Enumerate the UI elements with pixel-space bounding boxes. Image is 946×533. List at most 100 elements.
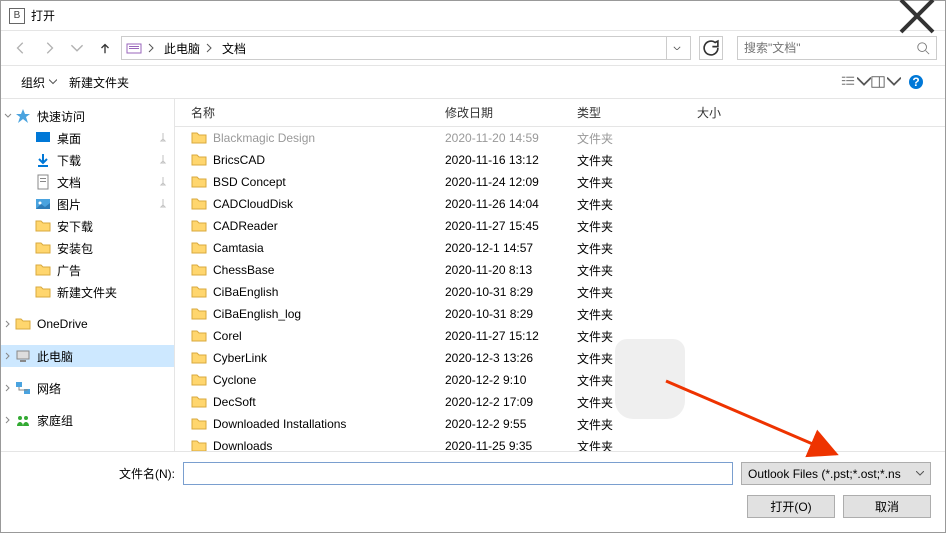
help-button[interactable]: ? xyxy=(901,69,931,95)
file-type: 文件夹 xyxy=(571,328,691,345)
folder-icon xyxy=(191,372,207,388)
view-options-button[interactable] xyxy=(841,69,871,95)
chevron-right-icon[interactable] xyxy=(3,383,13,393)
network-icon xyxy=(15,380,31,396)
breadcrumb-dropdown[interactable] xyxy=(666,37,686,59)
table-row[interactable]: ChessBase2020-11-20 8:13文件夹 xyxy=(185,259,945,281)
chevron-right-icon[interactable] xyxy=(3,415,13,425)
search-input[interactable] xyxy=(737,36,937,60)
table-row[interactable]: Cyclone2020-12-2 9:10文件夹 xyxy=(185,369,945,391)
file-list: 名称 修改日期 类型 大小 Blackmagic Design2020-11-2… xyxy=(175,99,945,451)
table-row[interactable]: BricsCAD2020-11-16 13:12文件夹 xyxy=(185,149,945,171)
table-row[interactable]: CADReader2020-11-27 15:45文件夹 xyxy=(185,215,945,237)
table-row[interactable]: Downloaded Installations2020-12-2 9:55文件… xyxy=(185,413,945,435)
sidebar-downloads[interactable]: 下载 xyxy=(1,149,174,171)
sidebar-desktop[interactable]: 桌面 xyxy=(1,127,174,149)
folder-icon xyxy=(191,152,207,168)
table-row[interactable]: Blackmagic Design2020-11-20 14:59文件夹 xyxy=(185,127,945,149)
computer-icon xyxy=(15,348,31,364)
folder-icon xyxy=(191,174,207,190)
cancel-button[interactable]: 取消 xyxy=(843,495,931,518)
filename-input[interactable] xyxy=(183,462,733,485)
chevron-right-icon[interactable] xyxy=(3,351,13,361)
file-type: 文件夹 xyxy=(571,284,691,301)
folder-icon xyxy=(126,40,142,56)
column-headers: 名称 修改日期 类型 大小 xyxy=(175,99,945,127)
onedrive-icon xyxy=(15,316,31,332)
file-type: 文件夹 xyxy=(571,174,691,191)
file-date: 2020-11-20 8:13 xyxy=(439,263,571,277)
homegroup-icon xyxy=(15,412,31,428)
file-type-filter[interactable]: Outlook Files (*.pst;*.ost;*.ns xyxy=(741,462,931,485)
sidebar-homegroup[interactable]: 家庭组 xyxy=(1,409,174,431)
sidebar-network[interactable]: 网络 xyxy=(1,377,174,399)
table-row[interactable]: CADCloudDisk2020-11-26 14:04文件夹 xyxy=(185,193,945,215)
column-type[interactable]: 类型 xyxy=(571,99,691,126)
search-icon xyxy=(916,41,930,55)
table-row[interactable]: DecSoft2020-12-2 17:09文件夹 xyxy=(185,391,945,413)
sidebar-this-pc[interactable]: 此电脑 xyxy=(1,345,174,367)
chevron-down-icon[interactable] xyxy=(3,111,13,121)
nav-back-button[interactable] xyxy=(9,36,33,60)
file-date: 2020-11-20 14:59 xyxy=(439,131,571,145)
svg-text:?: ? xyxy=(912,75,919,89)
table-row[interactable]: CiBaEnglish2020-10-31 8:29文件夹 xyxy=(185,281,945,303)
file-date: 2020-10-31 8:29 xyxy=(439,307,571,321)
file-date: 2020-11-27 15:12 xyxy=(439,329,571,343)
table-row[interactable]: CyberLink2020-12-3 13:26文件夹 xyxy=(185,347,945,369)
file-list-body[interactable]: Blackmagic Design2020-11-20 14:59文件夹Bric… xyxy=(175,127,945,451)
nav-up-button[interactable] xyxy=(93,36,117,60)
close-button[interactable] xyxy=(897,1,937,30)
folder-icon xyxy=(191,284,207,300)
table-row[interactable]: CiBaEnglish_log2020-10-31 8:29文件夹 xyxy=(185,303,945,325)
star-icon xyxy=(15,108,31,124)
sidebar-folder[interactable]: 广告 xyxy=(1,259,174,281)
table-row[interactable]: BSD Concept2020-11-24 12:09文件夹 xyxy=(185,171,945,193)
table-row[interactable]: Camtasia2020-12-1 14:57文件夹 xyxy=(185,237,945,259)
file-type: 文件夹 xyxy=(571,350,691,367)
sidebar-onedrive[interactable]: OneDrive xyxy=(1,313,174,335)
file-type: 文件夹 xyxy=(571,240,691,257)
table-row[interactable]: Corel2020-11-27 15:12文件夹 xyxy=(185,325,945,347)
file-name: Downloads xyxy=(213,439,272,451)
column-size[interactable]: 大小 xyxy=(691,99,791,126)
folder-icon xyxy=(191,438,207,451)
breadcrumb-segment[interactable]: 此电脑 xyxy=(160,37,218,59)
breadcrumb-segment[interactable]: 文档 xyxy=(218,37,250,59)
file-name: Downloaded Installations xyxy=(213,417,346,431)
preview-pane-button[interactable] xyxy=(871,69,901,95)
file-type: 文件夹 xyxy=(571,152,691,169)
folder-icon xyxy=(191,306,207,322)
column-name[interactable]: 名称 xyxy=(185,99,439,126)
sidebar-pictures[interactable]: 图片 xyxy=(1,193,174,215)
search-field[interactable] xyxy=(744,41,916,55)
nav-forward-button[interactable] xyxy=(37,36,61,60)
sidebar-folder[interactable]: 安下载 xyxy=(1,215,174,237)
breadcrumb-root[interactable] xyxy=(142,37,160,59)
organize-button[interactable]: 组织 xyxy=(15,69,63,95)
breadcrumb[interactable]: 此电脑 文档 xyxy=(121,36,691,60)
new-folder-button[interactable]: 新建文件夹 xyxy=(63,69,135,95)
refresh-button[interactable] xyxy=(699,36,723,60)
file-date: 2020-11-16 13:12 xyxy=(439,153,571,167)
chevron-right-icon[interactable] xyxy=(3,319,13,329)
sidebar-folder[interactable]: 安装包 xyxy=(1,237,174,259)
file-name: Camtasia xyxy=(213,241,264,255)
nav-recent-button[interactable] xyxy=(65,36,89,60)
sidebar-folder[interactable]: 新建文件夹 xyxy=(1,281,174,303)
file-date: 2020-12-3 13:26 xyxy=(439,351,571,365)
file-type: 文件夹 xyxy=(571,218,691,235)
file-type: 文件夹 xyxy=(571,130,691,147)
table-row[interactable]: Downloads2020-11-25 9:35文件夹 xyxy=(185,435,945,451)
pin-icon xyxy=(158,155,168,165)
column-date[interactable]: 修改日期 xyxy=(439,99,571,126)
sidebar-quick-access[interactable]: 快速访问 xyxy=(1,105,174,127)
folder-icon xyxy=(191,196,207,212)
file-date: 2020-11-26 14:04 xyxy=(439,197,571,211)
folder-icon xyxy=(191,328,207,344)
pin-icon xyxy=(158,177,168,187)
sidebar-documents[interactable]: 文档 xyxy=(1,171,174,193)
folder-icon xyxy=(35,218,51,234)
open-button[interactable]: 打开(O) xyxy=(747,495,835,518)
folder-icon xyxy=(191,218,207,234)
